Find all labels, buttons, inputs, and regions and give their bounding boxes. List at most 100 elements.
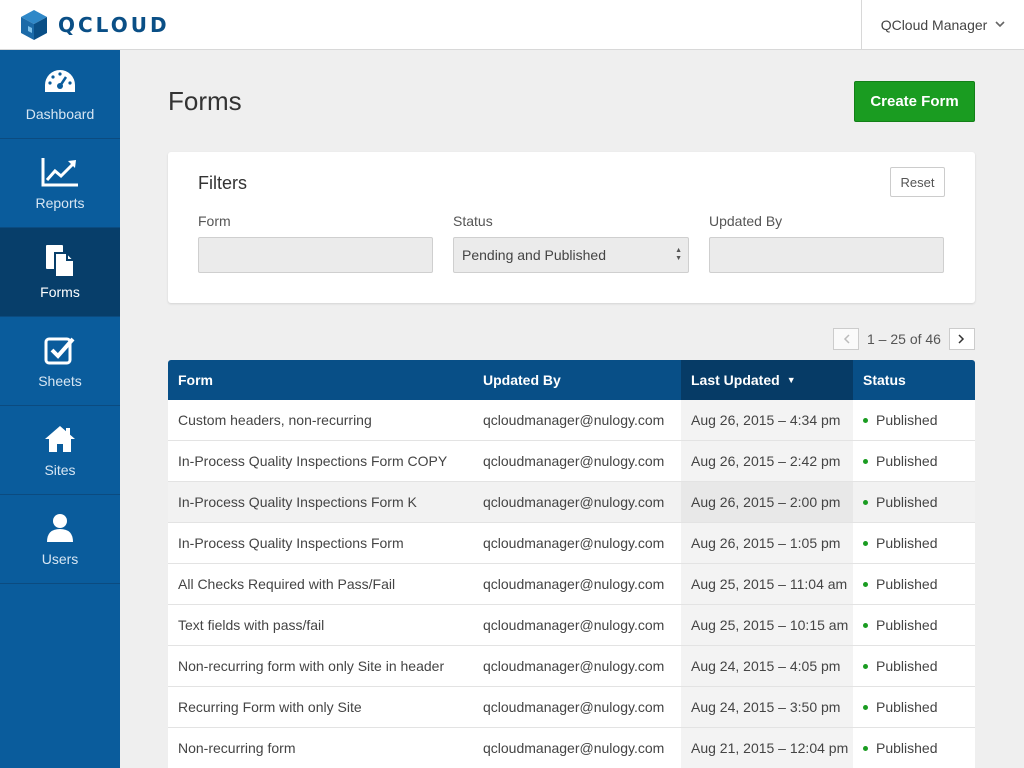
form-name-cell[interactable]: Non-recurring form with only Site in hea… (168, 646, 473, 686)
column-header-label: Last Updated (691, 372, 780, 388)
status-cell: Published (853, 728, 975, 768)
create-form-button[interactable]: Create Form (854, 81, 975, 122)
table-header: Form Updated By Last Updated ▼ Status (168, 360, 975, 400)
chevron-left-icon (843, 334, 850, 344)
sidebar-item-sites[interactable]: Sites (0, 406, 120, 495)
table-row[interactable]: In-Process Quality Inspections Form K qcl… (168, 482, 975, 523)
user-icon (46, 511, 74, 545)
last-updated-cell: Aug 26, 2015 – 1:05 pm (681, 523, 853, 563)
sidebar-item-forms[interactable]: Forms (0, 228, 120, 317)
status-dot-icon (863, 704, 868, 710)
status-dot-icon (863, 581, 868, 587)
user-menu[interactable]: QCloud Manager (861, 0, 1024, 50)
status-filter-select[interactable]: Pending and Published ▲ ▼ (453, 237, 689, 273)
form-name-cell[interactable]: In-Process Quality Inspections Form COPY (168, 441, 473, 481)
sidebar-item-reports[interactable]: Reports (0, 139, 120, 228)
status-cell: Published (853, 482, 975, 522)
user-menu-label: QCloud Manager (880, 17, 988, 33)
updated-by-cell: qcloudmanager@nulogy.com (483, 617, 665, 633)
form-name-cell[interactable]: In-Process Quality Inspections Form (168, 523, 473, 563)
status-dot-icon (863, 417, 868, 423)
checkbox-icon (44, 333, 76, 367)
updated-by-filter-input[interactable] (709, 237, 944, 273)
status-cell: Published (853, 687, 975, 727)
cube-logo-icon (21, 10, 47, 40)
status-cell: Published (853, 605, 975, 645)
sidebar-item-label: Sites (44, 462, 76, 478)
column-header-last-updated[interactable]: Last Updated ▼ (681, 360, 853, 400)
page-title: Forms (168, 86, 242, 116)
brand-name: QCLOUD (58, 13, 170, 37)
column-header-status[interactable]: Status (853, 360, 975, 400)
updated-by-filter-label: Updated By (709, 213, 783, 229)
next-page-button[interactable] (948, 328, 975, 350)
table-row[interactable]: Recurring Form with only Site qcloudmanag… (168, 687, 975, 728)
chevron-down-icon (995, 20, 1005, 31)
reset-button[interactable]: Reset (890, 167, 945, 197)
status-text: Published (876, 740, 938, 756)
column-header-label: Status (863, 372, 906, 388)
pagination: 1 – 25 of 46 (833, 328, 975, 350)
table-row[interactable]: Custom headers, non-recurring qcloudmanag… (168, 400, 975, 441)
sidebar-item-sheets[interactable]: Sheets (0, 317, 120, 406)
sidebar-item-label: Dashboard (25, 106, 95, 122)
status-text: Published (876, 576, 938, 592)
form-name-cell[interactable]: Recurring Form with only Site (168, 687, 473, 727)
pagination-range: 1 – 25 of 46 (867, 331, 941, 347)
line-chart-icon (41, 155, 79, 189)
status-cell: Published (853, 441, 975, 481)
updated-by-cell: qcloudmanager@nulogy.com (483, 699, 665, 715)
table-row[interactable]: Non-recurring form with only Site in hea… (168, 646, 975, 687)
status-cell: Published (853, 646, 975, 686)
last-updated-cell: Aug 26, 2015 – 2:42 pm (681, 441, 853, 481)
filters-title: Filters (198, 173, 247, 193)
updated-by-cell: qcloudmanager@nulogy.com (483, 658, 665, 674)
column-header-updated-by[interactable]: Updated By (473, 360, 681, 400)
previous-page-button[interactable] (833, 328, 859, 350)
qcloud-logo[interactable]: QCLOUD (20, 9, 170, 41)
form-name-cell[interactable]: In-Process Quality Inspections Form K (168, 482, 473, 522)
sidebar-item-label: Reports (35, 195, 85, 211)
last-updated-cell: Aug 21, 2015 – 12:04 pm (681, 728, 853, 768)
status-text: Published (876, 535, 938, 551)
top-bar: QCLOUD QCloud Manager (0, 0, 1024, 50)
column-header-label: Updated By (483, 372, 561, 388)
form-filter-input[interactable] (198, 237, 433, 273)
table-row[interactable]: Non-recurring form qcloudmanager@nulogy.c… (168, 728, 975, 768)
table-row[interactable]: In-Process Quality Inspections Form qclou… (168, 523, 975, 564)
status-dot-icon (863, 499, 868, 505)
column-header-form[interactable]: Form (168, 360, 473, 400)
status-filter-label: Status (453, 213, 493, 229)
dashboard-gauge-icon (43, 66, 77, 100)
status-dot-icon (863, 458, 868, 464)
table-row[interactable]: All Checks Required with Pass/Fail qcloud… (168, 564, 975, 605)
last-updated-cell: Aug 26, 2015 – 4:34 pm (681, 400, 853, 440)
table-row[interactable]: Text fields with pass/fail qcloudmanager@… (168, 605, 975, 646)
sidebar-item-users[interactable]: Users (0, 495, 120, 584)
sort-descending-icon: ▼ (786, 375, 796, 385)
sidebar-item-dashboard[interactable]: Dashboard (0, 50, 120, 139)
status-text: Published (876, 617, 938, 633)
sidebar-item-label: Forms (40, 284, 80, 300)
table-row[interactable]: In-Process Quality Inspections Form COPY… (168, 441, 975, 482)
home-icon (44, 422, 76, 456)
form-name-cell[interactable]: Text fields with pass/fail (168, 605, 473, 645)
sidebar-item-label: Sheets (38, 373, 82, 389)
forms-table: Form Updated By Last Updated ▼ Status Cu… (168, 360, 975, 768)
last-updated-cell: Aug 24, 2015 – 3:50 pm (681, 687, 853, 727)
form-name-cell[interactable]: Non-recurring form (168, 728, 473, 768)
status-dot-icon (863, 745, 868, 751)
form-name-cell[interactable]: Custom headers, non-recurring (168, 400, 473, 440)
updated-by-cell: qcloudmanager@nulogy.com (483, 494, 665, 510)
last-updated-cell: Aug 25, 2015 – 11:04 am (681, 564, 853, 604)
last-updated-cell: Aug 24, 2015 – 4:05 pm (681, 646, 853, 686)
table-body: Custom headers, non-recurring qcloudmanag… (168, 400, 975, 768)
updated-by-cell: qcloudmanager@nulogy.com (483, 535, 665, 551)
form-name-cell[interactable]: All Checks Required with Pass/Fail (168, 564, 473, 604)
status-text: Published (876, 412, 938, 428)
filters-panel: Filters Reset Form Status Pending and Pu… (168, 152, 975, 303)
status-text: Published (876, 494, 938, 510)
updated-by-cell: qcloudmanager@nulogy.com (483, 412, 665, 428)
updated-by-cell: qcloudmanager@nulogy.com (483, 453, 665, 469)
form-filter-label: Form (198, 213, 231, 229)
